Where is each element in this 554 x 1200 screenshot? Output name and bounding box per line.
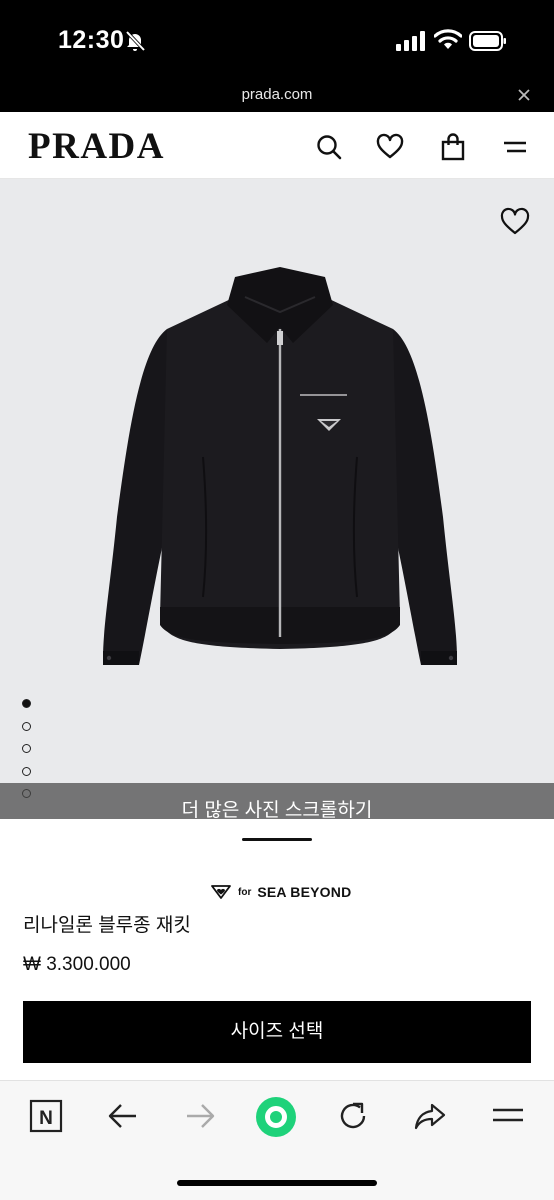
gallery-dot[interactable] <box>22 699 31 708</box>
n-icon-label: N <box>39 1108 53 1129</box>
home-icon[interactable] <box>255 1096 297 1138</box>
product-price: ₩ 3.300.000 <box>23 954 131 975</box>
product-name: 리나일론 블루종 재킷 <box>23 915 191 936</box>
select-size-button[interactable]: 사이즈 선택 <box>23 1001 531 1063</box>
site-header: PRADA <box>0 112 554 179</box>
menu-icon[interactable] <box>501 133 529 161</box>
sea-beyond-label: SEA BEYOND <box>257 884 352 900</box>
cellular-signal-icon <box>396 31 425 51</box>
prada-logo[interactable]: PRADA <box>28 125 165 168</box>
home-indicator <box>177 1180 377 1186</box>
battery-icon <box>469 31 506 51</box>
back-arrow-icon[interactable] <box>104 1097 142 1135</box>
sea-beyond-heart-icon <box>211 885 231 899</box>
gallery-dot[interactable] <box>22 721 31 731</box>
wishlist-heart-icon[interactable] <box>500 207 530 237</box>
reload-icon[interactable] <box>334 1097 372 1135</box>
status-time: 12:30 <box>58 26 125 54</box>
heart-icon[interactable] <box>376 133 404 161</box>
jacket-photo <box>103 267 457 665</box>
gallery-dot[interactable] <box>22 766 31 776</box>
search-icon[interactable] <box>315 133 343 161</box>
gallery-dot[interactable] <box>22 744 31 753</box>
url-text[interactable]: prada.com <box>0 86 554 103</box>
scroll-hint: 더 많은 사진 스크롤하기 <box>0 783 554 819</box>
browser-url-bar[interactable]: prada.com <box>0 84 554 112</box>
product-image-gallery[interactable]: 더 많은 사진 스크롤하기 <box>0 179 554 819</box>
sea-beyond-for: for <box>238 886 252 898</box>
close-icon[interactable] <box>516 87 532 103</box>
forward-arrow-icon[interactable] <box>181 1097 219 1135</box>
share-icon[interactable] <box>411 1097 449 1135</box>
bag-icon[interactable] <box>439 133 467 161</box>
bell-mute-icon <box>125 30 146 52</box>
wifi-icon <box>434 29 462 49</box>
sea-beyond-badge: for SEA BEYOND <box>210 882 351 902</box>
status-bar: 12:30 <box>0 0 554 84</box>
sheet-drag-handle[interactable] <box>242 838 312 841</box>
menu-icon[interactable] <box>489 1097 527 1135</box>
n-icon[interactable]: N <box>27 1097 65 1135</box>
